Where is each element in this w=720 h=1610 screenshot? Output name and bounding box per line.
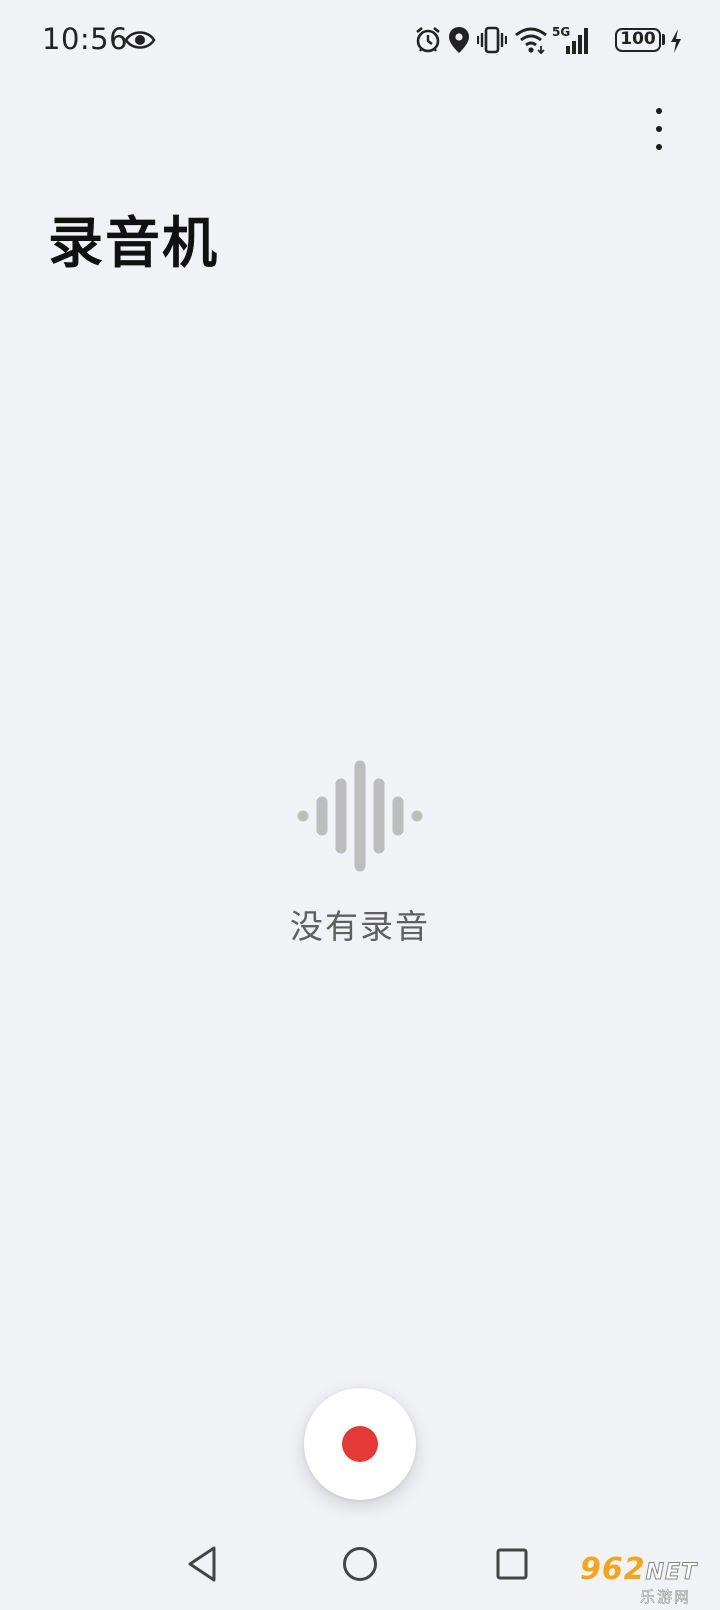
wifi-icon xyxy=(515,27,547,54)
record-button[interactable] xyxy=(304,1388,416,1500)
watermark-brand: 962NET xyxy=(580,1552,697,1587)
location-icon xyxy=(449,27,469,53)
page-title: 录音机 xyxy=(48,211,220,275)
empty-state-message: 没有录音 xyxy=(290,907,430,946)
status-bar: 10:56 5G 100 xyxy=(0,0,720,84)
status-time: 10:56 xyxy=(42,22,129,56)
signal-icon: 5G xyxy=(552,25,588,54)
more-dot xyxy=(656,126,662,132)
network-type: 5G xyxy=(552,25,570,39)
more-dot xyxy=(656,144,662,150)
battery-icon: 100 xyxy=(615,28,661,52)
alarm-icon xyxy=(416,26,440,53)
waveform-icon xyxy=(297,760,423,872)
vibrate-icon xyxy=(477,26,507,54)
recents-square-icon[interactable] xyxy=(494,1544,530,1584)
eye-icon xyxy=(124,31,156,49)
watermark-site: 乐游网 xyxy=(640,1588,692,1607)
battery-nub xyxy=(662,34,665,45)
back-triangle-icon[interactable] xyxy=(186,1544,220,1584)
watermark-brand-number: 962 xyxy=(580,1552,646,1587)
more-vertical-icon xyxy=(656,108,662,114)
watermark-brand-suffix: NET xyxy=(645,1560,698,1586)
record-dot-icon xyxy=(342,1426,378,1462)
empty-state: 没有录音 xyxy=(0,760,720,948)
watermark-logo: 962NET 乐游网 xyxy=(580,1552,720,1608)
home-circle-icon[interactable] xyxy=(340,1544,380,1584)
battery-level: 100 xyxy=(620,29,656,49)
charging-icon xyxy=(671,29,681,53)
more-options-button[interactable] xyxy=(636,102,684,158)
